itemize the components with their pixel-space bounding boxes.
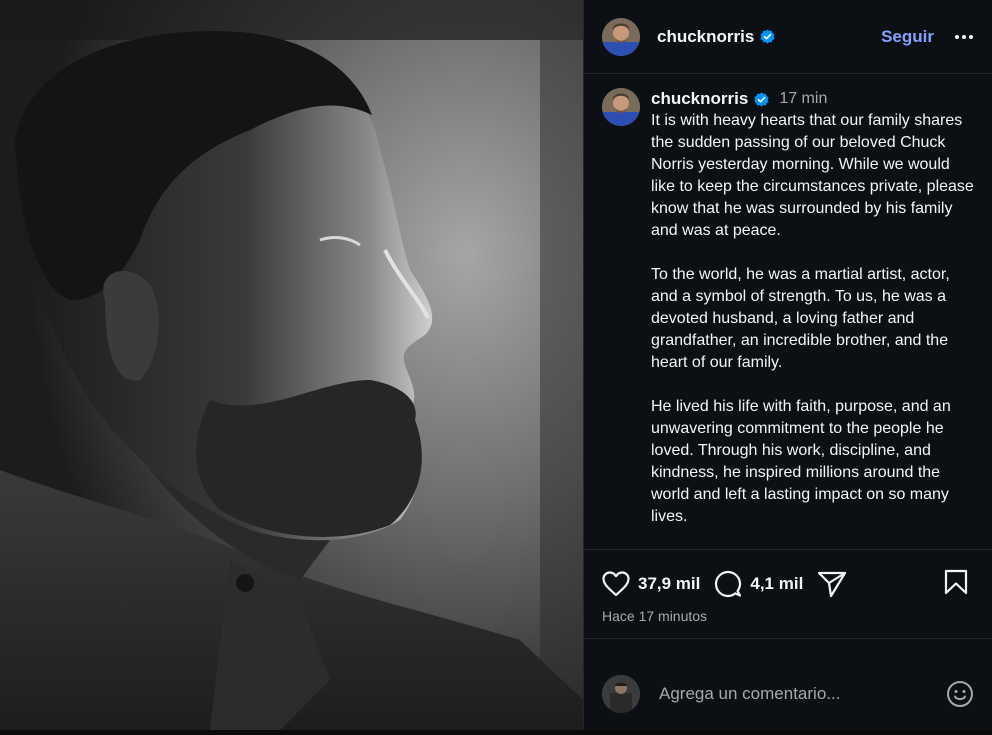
comment-bubble-icon[interactable]: [714, 570, 742, 598]
current-user-avatar[interactable]: [602, 675, 640, 713]
caption-body: chucknorris 17 min It is with heavy hear…: [651, 88, 974, 549]
post-photo[interactable]: [0, 0, 583, 730]
more-options-icon[interactable]: [954, 27, 974, 47]
action-bar: 37,9 mil 4,1 mil: [584, 556, 992, 612]
comment-input[interactable]: [657, 683, 946, 705]
verified-badge-icon: [760, 29, 775, 44]
verified-badge-icon: [754, 91, 769, 107]
follow-button[interactable]: Seguir: [881, 27, 934, 47]
post-side-panel: chucknorris Seguir chucknorris 17 min It…: [584, 0, 992, 730]
save-button[interactable]: [944, 569, 968, 600]
comment-bar: [584, 659, 992, 729]
like-button[interactable]: 37,9 mil: [602, 571, 700, 597]
caption-author-avatar[interactable]: [602, 88, 640, 126]
author-avatar[interactable]: [602, 17, 640, 56]
comment-button[interactable]: 4,1 mil: [714, 570, 803, 598]
caption-section: chucknorris 17 min It is with heavy hear…: [584, 74, 992, 550]
share-button[interactable]: [817, 570, 847, 598]
posted-timestamp[interactable]: Hace 17 minutos: [584, 608, 992, 639]
send-icon[interactable]: [817, 570, 847, 598]
caption-time-ago[interactable]: 17 min: [779, 88, 827, 110]
post-container: chucknorris Seguir chucknorris 17 min It…: [0, 0, 992, 730]
post-header: chucknorris Seguir: [584, 0, 992, 74]
caption-username[interactable]: chucknorris: [651, 88, 748, 110]
caption-text: It is with heavy hearts that our family …: [651, 110, 974, 528]
caption-paragraph: To the world, he was a martial artist, a…: [651, 266, 950, 371]
caption-header: chucknorris 17 min: [651, 88, 974, 110]
bottom-edge: [0, 730, 992, 735]
comment-count[interactable]: 4,1 mil: [750, 574, 803, 594]
like-count[interactable]: 37,9 mil: [638, 574, 700, 594]
author-username[interactable]: chucknorris: [657, 27, 754, 47]
bookmark-icon[interactable]: [944, 569, 968, 595]
portrait-image: [0, 0, 583, 730]
caption-paragraph: It is with heavy hearts that our family …: [651, 112, 974, 239]
caption-paragraph: He lived his life with faith, purpose, a…: [651, 398, 951, 525]
heart-icon[interactable]: [602, 571, 630, 597]
emoji-icon[interactable]: [946, 680, 974, 708]
